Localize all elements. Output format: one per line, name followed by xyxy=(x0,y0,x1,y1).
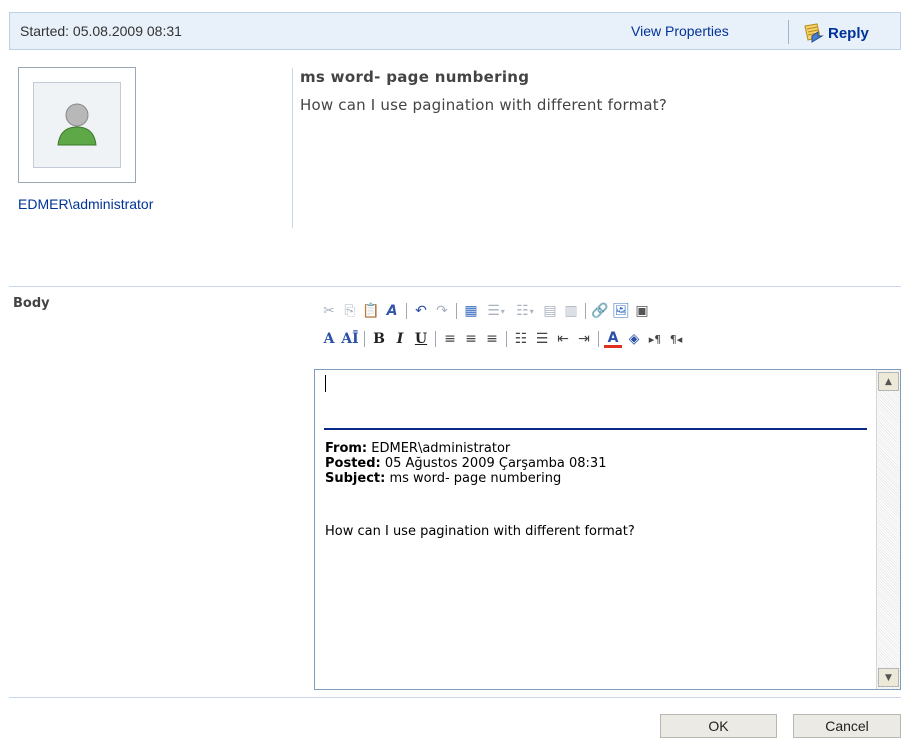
cancel-button[interactable]: Cancel xyxy=(793,714,901,738)
redo-icon[interactable]: ↷ xyxy=(433,301,451,321)
quote-divider xyxy=(324,428,867,430)
spellcheck-icon[interactable]: A xyxy=(383,301,401,321)
body-editor[interactable]: From: EDMER\administrator Posted: 05 Ağu… xyxy=(314,369,901,690)
right-to-left-icon[interactable]: ¶◂ xyxy=(667,329,685,349)
table-rows-dropdown-icon[interactable]: ☰ ▾ xyxy=(483,301,509,321)
ok-button[interactable]: OK xyxy=(660,714,777,738)
editor-content[interactable]: From: EDMER\administrator Posted: 05 Ağu… xyxy=(315,370,876,689)
reply-icon xyxy=(804,23,824,43)
toolbar-separator xyxy=(435,331,436,347)
message-text: How can I use pagination with different … xyxy=(300,96,668,114)
scroll-up-button[interactable]: ▲ xyxy=(878,372,899,391)
toolbar-row-1: ✂ ⎘ 📋 A ↶ ↷ ▦ ☰ ▾ ☷ ▾ ▤ ▥ 🔗 🖼 ▣ xyxy=(320,300,654,322)
author-name-link[interactable]: EDMER\administrator xyxy=(18,196,153,212)
edit-html-source-icon[interactable]: ▣ xyxy=(633,301,651,321)
toolbar-separator xyxy=(364,331,365,347)
toolbar-separator xyxy=(585,303,586,319)
insert-image-icon[interactable]: 🖼 xyxy=(612,301,630,321)
from-label: From: xyxy=(325,441,368,456)
toolbar-separator xyxy=(456,303,457,319)
underline-icon[interactable]: U xyxy=(412,329,430,349)
font-size-icon[interactable]: AĪ xyxy=(341,329,359,349)
paste-icon[interactable]: 📋 xyxy=(362,301,380,321)
toolbar-separator xyxy=(506,331,507,347)
reply-button[interactable]: Reply xyxy=(802,20,869,46)
numbered-list-icon[interactable]: ☷ xyxy=(512,329,530,349)
left-to-right-icon[interactable]: ▸¶ xyxy=(646,329,664,349)
chevron-down-icon: ▼ xyxy=(885,672,892,683)
table-columns-dropdown-icon[interactable]: ☷ ▾ xyxy=(512,301,538,321)
merge-cells-icon[interactable]: ▤ xyxy=(541,301,559,321)
align-right-icon[interactable]: ≡ xyxy=(483,329,501,349)
subject-value: ms word- page numbering xyxy=(385,471,562,486)
posted-value: 05 Ağustos 2009 Çarşamba 08:31 xyxy=(380,456,607,471)
split-cells-icon[interactable]: ▥ xyxy=(562,301,580,321)
align-center-icon[interactable]: ≡ xyxy=(462,329,480,349)
cut-icon[interactable]: ✂ xyxy=(320,301,338,321)
user-avatar-icon xyxy=(57,103,97,146)
insert-hyperlink-icon[interactable]: 🔗 xyxy=(591,301,609,321)
scroll-down-button[interactable]: ▼ xyxy=(878,668,899,687)
editor-scrollbar[interactable]: ▲ ▼ xyxy=(876,370,900,689)
background-color-icon[interactable]: ◈ xyxy=(625,329,643,349)
font-icon[interactable]: A xyxy=(320,329,338,349)
thread-header-bar: Started: 05.08.2009 08:31 View Propertie… xyxy=(9,12,901,50)
avatar[interactable] xyxy=(18,67,136,183)
started-timestamp: Started: 05.08.2009 08:31 xyxy=(20,23,182,39)
subject-label: Subject: xyxy=(325,471,386,486)
from-value: EDMER\administrator xyxy=(367,441,511,456)
copy-icon[interactable]: ⎘ xyxy=(341,301,359,321)
toolbar-row-2: A AĪ B I U ≡ ≡ ≡ ☷ ☰ ⇤ ⇥ A ◈ ▸¶ ¶◂ xyxy=(320,328,688,350)
posted-label: Posted: xyxy=(325,456,381,471)
chevron-up-icon: ▲ xyxy=(885,376,892,387)
bulleted-list-icon[interactable]: ☰ xyxy=(533,329,551,349)
insert-table-icon[interactable]: ▦ xyxy=(462,301,480,321)
toolbar-separator xyxy=(598,331,599,347)
toolbar-separator xyxy=(406,303,407,319)
reply-label: Reply xyxy=(828,24,869,42)
view-properties-link[interactable]: View Properties xyxy=(631,23,729,39)
italic-icon[interactable]: I xyxy=(391,329,409,349)
text-color-icon[interactable]: A xyxy=(604,330,622,348)
quoted-body: How can I use pagination with different … xyxy=(325,524,635,539)
decrease-indent-icon[interactable]: ⇤ xyxy=(554,329,572,349)
align-left-icon[interactable]: ≡ xyxy=(441,329,459,349)
message-title: ms word- page numbering xyxy=(300,68,530,86)
footer-divider xyxy=(9,697,901,698)
text-cursor xyxy=(325,375,326,392)
increase-indent-icon[interactable]: ⇥ xyxy=(575,329,593,349)
bold-icon[interactable]: B xyxy=(370,329,388,349)
body-field-label: Body xyxy=(13,296,50,311)
section-divider xyxy=(9,286,901,287)
quoted-header: From: EDMER\administrator Posted: 05 Ağu… xyxy=(325,441,606,486)
author-divider xyxy=(292,68,293,228)
rich-text-toolbar: ✂ ⎘ 📋 A ↶ ↷ ▦ ☰ ▾ ☷ ▾ ▤ ▥ 🔗 🖼 ▣ A AĪ B I U… xyxy=(314,292,901,368)
undo-icon[interactable]: ↶ xyxy=(412,301,430,321)
header-divider xyxy=(788,20,789,44)
